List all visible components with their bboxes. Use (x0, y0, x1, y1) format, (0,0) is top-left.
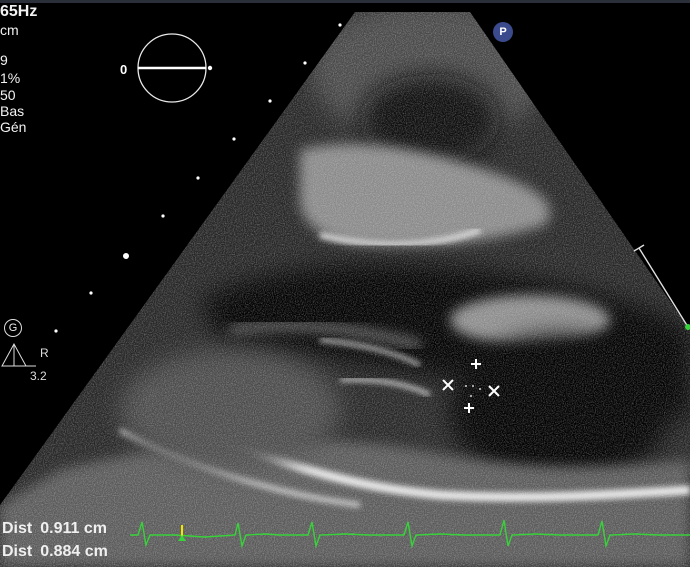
param-line-4: Bas (0, 103, 25, 119)
r-label: R (40, 346, 49, 360)
p-badge[interactable]: P (493, 22, 513, 42)
measurement-2-value: 0.884 cm (40, 543, 108, 560)
frame-rate-label: 65Hz (0, 3, 38, 20)
g-badge: G (4, 319, 22, 337)
measurement-1: Dist 0.911 cm (2, 520, 115, 538)
param-line-5: Gén (0, 119, 27, 135)
measurement-1-value: 0.911 cm (40, 520, 107, 537)
probe-angle-label: 0 (120, 62, 128, 77)
depth-unit-label: cm (0, 22, 19, 38)
ultrasound-image (0, 0, 690, 567)
depth-value-label: 3.2 (30, 369, 47, 383)
param-line-3: 50 (0, 87, 16, 103)
measurement-2-label: Dist (2, 543, 33, 560)
measurement-2: Dist 0.884 cm (2, 543, 116, 561)
param-line-1: 9 (0, 52, 8, 68)
measurement-1-label: Dist (2, 520, 33, 537)
param-line-2: 1% (0, 70, 21, 86)
